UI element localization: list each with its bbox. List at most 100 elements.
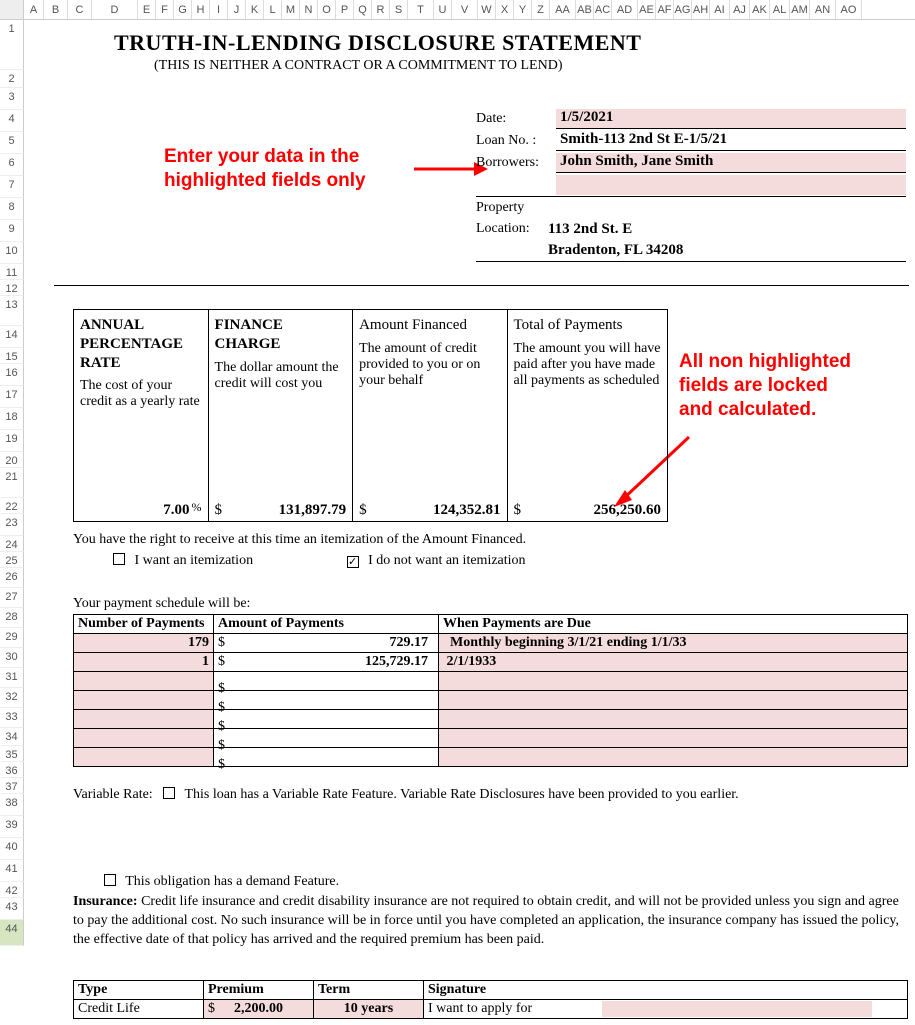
- col-header-AL[interactable]: AL: [770, 0, 790, 19]
- row-header-29[interactable]: 29: [0, 628, 24, 648]
- row-header-40[interactable]: 40: [0, 838, 24, 860]
- row-header-21[interactable]: 21: [0, 468, 24, 498]
- demand-feature-checkbox[interactable]: [104, 874, 116, 886]
- col-header-P[interactable]: P: [336, 0, 354, 19]
- col-header-AG[interactable]: AG: [674, 0, 692, 19]
- col-header-M[interactable]: M: [282, 0, 300, 19]
- row-header-16[interactable]: 16: [0, 364, 24, 386]
- sched-due[interactable]: [439, 672, 908, 691]
- row-header-33[interactable]: 33: [0, 708, 24, 728]
- sched-due[interactable]: [439, 729, 908, 748]
- borrowers-field-2[interactable]: [556, 175, 906, 195]
- col-header-AN[interactable]: AN: [810, 0, 836, 19]
- sched-due[interactable]: [439, 748, 908, 767]
- row-header-25[interactable]: 25: [0, 552, 24, 568]
- row-header-18[interactable]: 18: [0, 408, 24, 430]
- row-header-15[interactable]: 15: [0, 348, 24, 364]
- col-header-I[interactable]: I: [210, 0, 228, 19]
- row-header-23[interactable]: 23: [0, 514, 24, 536]
- row-header-38[interactable]: 38: [0, 794, 24, 816]
- row-header-39[interactable]: 39: [0, 816, 24, 838]
- row-header-8[interactable]: 8: [0, 198, 24, 220]
- sched-num[interactable]: [74, 672, 214, 691]
- row-header-28[interactable]: 28: [0, 608, 24, 628]
- row-header-7[interactable]: 7: [0, 176, 24, 198]
- col-header-AC[interactable]: AC: [594, 0, 612, 19]
- ins-sig-field[interactable]: [602, 1001, 872, 1017]
- row-header-43[interactable]: 43: [0, 898, 24, 920]
- col-header-B[interactable]: B: [44, 0, 68, 19]
- sched-due[interactable]: [439, 691, 908, 710]
- sched-num[interactable]: 1: [74, 653, 214, 672]
- row-header-35[interactable]: 35: [0, 746, 24, 762]
- row-header-19[interactable]: 19: [0, 430, 24, 452]
- ins-premium-cell[interactable]: $2,200.00: [204, 1000, 314, 1019]
- row-header-5[interactable]: 5: [0, 132, 24, 154]
- row-header-1[interactable]: 1: [0, 20, 24, 70]
- col-header-AM[interactable]: AM: [790, 0, 810, 19]
- col-header-G[interactable]: G: [174, 0, 192, 19]
- sched-num[interactable]: [74, 729, 214, 748]
- col-header-H[interactable]: H: [192, 0, 210, 19]
- col-header-AA[interactable]: AA: [550, 0, 576, 19]
- col-header-E[interactable]: E: [138, 0, 156, 19]
- col-header-X[interactable]: X: [496, 0, 514, 19]
- row-header-2[interactable]: 2: [0, 70, 24, 88]
- col-header-AB[interactable]: AB: [576, 0, 594, 19]
- row-header-11[interactable]: 11: [0, 264, 24, 280]
- row-header-14[interactable]: 14: [0, 326, 24, 348]
- row-header-31[interactable]: 31: [0, 668, 24, 688]
- variable-rate-checkbox[interactable]: [163, 787, 175, 799]
- row-header-27[interactable]: 27: [0, 588, 24, 608]
- row-header-3[interactable]: 3: [0, 88, 24, 110]
- row-header-9[interactable]: 9: [0, 220, 24, 242]
- row-header-42[interactable]: 42: [0, 882, 24, 898]
- row-header-4[interactable]: 4: [0, 110, 24, 132]
- row-header-30[interactable]: 30: [0, 648, 24, 668]
- sched-num[interactable]: [74, 691, 214, 710]
- col-header-F[interactable]: F: [156, 0, 174, 19]
- col-header-N[interactable]: N: [300, 0, 318, 19]
- row-header-44[interactable]: 44: [0, 920, 24, 946]
- sched-due[interactable]: Monthly beginning 3/1/21 ending 1/1/33: [439, 634, 908, 653]
- col-header-A[interactable]: A: [24, 0, 44, 19]
- date-field[interactable]: 1/5/2021: [556, 109, 906, 129]
- borrowers-field[interactable]: John Smith, Jane Smith: [556, 153, 906, 173]
- row-header-26[interactable]: 26: [0, 568, 24, 588]
- sched-num[interactable]: [74, 748, 214, 767]
- row-header-17[interactable]: 17: [0, 386, 24, 408]
- sched-num[interactable]: [74, 710, 214, 729]
- col-header-AE[interactable]: AE: [638, 0, 656, 19]
- col-header-AO[interactable]: AO: [836, 0, 862, 19]
- col-header-S[interactable]: S: [390, 0, 408, 19]
- col-header-AH[interactable]: AH: [692, 0, 710, 19]
- row-header-34[interactable]: 34: [0, 728, 24, 746]
- want-itemization-checkbox[interactable]: [113, 553, 125, 565]
- ins-term-cell[interactable]: 10 years: [314, 1000, 424, 1019]
- col-header-R[interactable]: R: [372, 0, 390, 19]
- col-header-C[interactable]: C: [68, 0, 92, 19]
- col-header-Q[interactable]: Q: [354, 0, 372, 19]
- row-header-12[interactable]: 12: [0, 280, 24, 296]
- row-header-37[interactable]: 37: [0, 778, 24, 794]
- not-want-itemization-checkbox[interactable]: ✓: [347, 556, 359, 568]
- col-header-AF[interactable]: AF: [656, 0, 674, 19]
- col-header-V[interactable]: V: [452, 0, 478, 19]
- row-header-24[interactable]: 24: [0, 536, 24, 552]
- sched-due[interactable]: [439, 710, 908, 729]
- col-header-AD[interactable]: AD: [612, 0, 638, 19]
- col-header-AK[interactable]: AK: [750, 0, 770, 19]
- col-header-W[interactable]: W: [478, 0, 496, 19]
- col-header-AI[interactable]: AI: [710, 0, 730, 19]
- col-header-Z[interactable]: Z: [532, 0, 550, 19]
- col-header-T[interactable]: T: [408, 0, 434, 19]
- col-header-U[interactable]: U: [434, 0, 452, 19]
- row-header-32[interactable]: 32: [0, 688, 24, 708]
- row-header-22[interactable]: 22: [0, 498, 24, 514]
- col-header-O[interactable]: O: [318, 0, 336, 19]
- col-header-Y[interactable]: Y: [514, 0, 532, 19]
- col-header-D[interactable]: D: [92, 0, 138, 19]
- row-header-10[interactable]: 10: [0, 242, 24, 264]
- col-header-K[interactable]: K: [246, 0, 264, 19]
- row-header-41[interactable]: 41: [0, 860, 24, 882]
